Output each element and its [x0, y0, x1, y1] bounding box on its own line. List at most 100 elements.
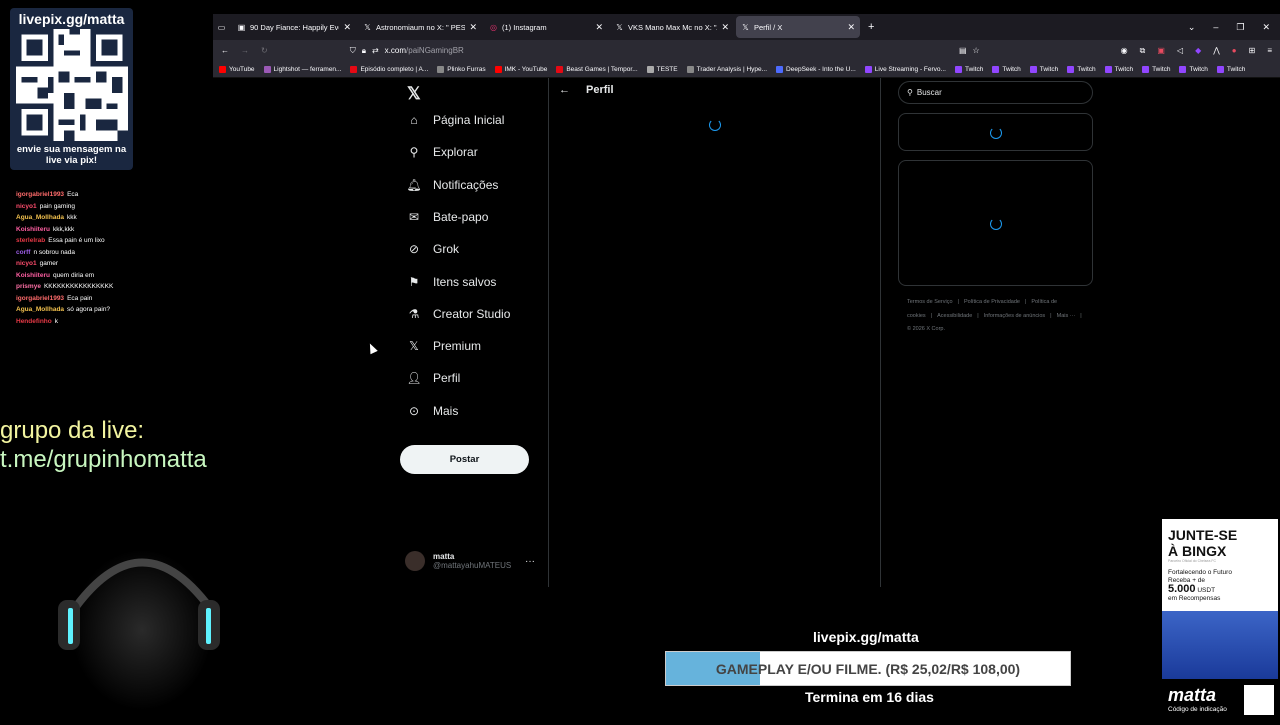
url-bar[interactable]: ⛉ 🔒︎ ⇄ x.com/paiNGamingBR ▤ ☆ [350, 43, 980, 59]
livepix-label: livepix.gg/matta [813, 629, 919, 645]
nav-item-premium[interactable]: 𝕏 Premium [407, 339, 481, 353]
footer-link[interactable]: Informações de anúncios [984, 313, 1045, 319]
footer-link[interactable]: Acessibilidade [937, 313, 972, 319]
footer-link[interactable]: © 2026 X Corp. [907, 326, 945, 332]
nav-label: Itens salvos [433, 274, 497, 289]
post-button[interactable]: Postar [400, 445, 529, 474]
bookmark-item[interactable]: Twitch [1067, 65, 1096, 73]
site-settings-icon[interactable]: ⇄ [372, 46, 379, 55]
bookmark-item[interactable]: YouTube [219, 65, 255, 73]
bookmark-item[interactable]: Twitch [1142, 65, 1170, 73]
nav-label: Notificações [433, 177, 499, 192]
chat-username: Koishiiteru [16, 225, 50, 233]
x-logo-icon[interactable]: 𝕏 [407, 84, 421, 104]
nav-item-notifica-es[interactable]: 🔔︎ Notificações [406, 177, 499, 192]
tab-1[interactable]: ▣ 90 Day Fiance: Happily Ever Aft ✕ [232, 16, 356, 38]
tab-5[interactable]: 𝕏 Perfil / X ✕ [736, 16, 860, 38]
chat-text: quem diria em [52, 271, 95, 279]
extension-icon-2[interactable]: ▣ [1157, 46, 1165, 55]
url-text[interactable]: x.com/paiNGamingBR [385, 46, 464, 55]
close-window-icon[interactable]: ✕ [1262, 22, 1270, 33]
bookmark-item[interactable]: Twitch [1179, 65, 1208, 73]
tab-4[interactable]: 𝕏 VKS Mano Max Mc no X: "A ma ✕ [610, 16, 734, 38]
instagram-icon: ◎ [490, 22, 497, 32]
chat-username: nicyo1 [16, 260, 37, 267]
tab-3[interactable]: ◎ (1) Instagram ✕ [484, 16, 608, 38]
tab-2[interactable]: 𝕏 Astronomiaum no X: " PESQU✕ [358, 16, 482, 38]
lock-icon[interactable]: 🔒︎ [362, 46, 366, 56]
extension-icon-3[interactable]: ◆ [1195, 46, 1201, 55]
nav-label: Explorar [433, 145, 478, 160]
chat-message: prismye KKKKKKKKKKKKKKKK [16, 282, 126, 291]
reload-icon[interactable]: ↻ [261, 46, 268, 55]
bookmark-item[interactable]: Twitch [1104, 65, 1133, 73]
nav-item-creator-studio[interactable]: ⚗ Creator Studio [407, 307, 511, 321]
close-tab-icon[interactable]: ✕ [469, 22, 477, 33]
account-switcher[interactable]: matta @mattayahuMATEUS ··· [405, 551, 535, 571]
bookmark-item[interactable]: Live Streaming - Fervo... [864, 65, 946, 73]
extension-icon-1[interactable]: ◉ [1121, 46, 1128, 55]
bookmark-item[interactable]: Lightshot — ferramen... [263, 65, 341, 73]
tv-icon: ▣ [237, 22, 246, 32]
tab-list-icon[interactable]: ▭ [217, 23, 226, 32]
x-icon: 𝕏 [409, 339, 419, 354]
chat-message: Hendefinho k [16, 317, 126, 326]
new-tab-icon[interactable]: + [868, 21, 874, 33]
nav-item-grok[interactable]: ⊘ Grok [407, 242, 459, 256]
back-arrow-icon[interactable]: ← [559, 84, 570, 96]
bookmark-item[interactable]: Beast Games | Tempor... [556, 65, 638, 73]
bookmark-item[interactable]: IMK - YouTube [494, 65, 548, 73]
menu-icon[interactable]: ≡ [1267, 46, 1272, 55]
forward-icon[interactable]: → [241, 46, 249, 55]
extension-icon-4[interactable]: ⋀ [1213, 46, 1220, 55]
bookmark-item[interactable]: TESTE [646, 65, 678, 73]
back-icon[interactable]: ← [221, 46, 229, 55]
extension-icon-5[interactable]: ● [1232, 46, 1237, 55]
bookmark-item[interactable]: Plinko Furras [437, 65, 486, 73]
bookmark-item[interactable]: Twitch [992, 65, 1021, 73]
speaker-icon[interactable]: ◁ [1177, 46, 1183, 55]
bookmark-item[interactable]: Twitch [954, 65, 983, 73]
close-tab-icon[interactable]: ✕ [343, 22, 351, 33]
nav-item-explorar[interactable]: ⚲ Explorar [407, 145, 478, 159]
nav-item-itens-salvos[interactable]: ⚑ Itens salvos [407, 274, 497, 289]
footer-link[interactable]: Mais ··· [1057, 313, 1076, 319]
minimize-icon[interactable]: – [1213, 22, 1218, 33]
bookmark-item[interactable]: DeepSeek - Into the U... [776, 65, 856, 73]
star-icon[interactable]: ☆ [973, 46, 980, 55]
search-placeholder: Buscar [916, 88, 942, 97]
search-input[interactable]: ⚲ Buscar [898, 81, 1093, 104]
chat-message: Agua_Mollhada kkk [16, 213, 126, 222]
maximize-icon[interactable]: ❐ [1236, 22, 1244, 33]
close-tab-icon[interactable]: ✕ [595, 22, 603, 33]
x-main-column: ← Perfil [548, 78, 881, 587]
chevron-down-icon[interactable]: ⌄ [1188, 22, 1196, 33]
bookmark-item[interactable]: Trader Analysis | Hype... [686, 65, 767, 73]
reader-view-icon[interactable]: ▤ [959, 46, 967, 55]
bookmark-label: IMK - YouTube [504, 65, 548, 73]
close-tab-icon[interactable]: ✕ [847, 22, 855, 33]
nav-item-perfil[interactable]: 👤︎ Perfil [406, 371, 460, 385]
bookmark-item[interactable]: Twitch [1029, 65, 1058, 73]
nav-item-p-gina-inicial[interactable]: ⌂ Página Inicial [407, 113, 504, 127]
puzzle-icon[interactable]: ⧉ [1140, 46, 1146, 56]
bookmark-favicon-icon [350, 65, 358, 73]
page-title: Perfil [586, 84, 614, 96]
chat-username: Agua_Mollhada [16, 214, 65, 221]
bookmark-item[interactable]: Episódio completo | A... [350, 65, 428, 73]
nav-item-mais[interactable]: ⊙ Mais [407, 404, 458, 418]
footer-link[interactable]: Termos de Serviço [907, 299, 953, 305]
bookmark-item[interactable]: Twitch [1216, 65, 1246, 73]
footer-link[interactable]: Política de Privacidade [964, 299, 1020, 305]
chat-message: sterlelrab Essa pain é um lixo [16, 236, 126, 245]
bookmark-label: Twitch [1226, 65, 1246, 73]
footer-separator: | [957, 299, 959, 305]
close-tab-icon[interactable]: ✕ [721, 22, 729, 33]
tab-title: (1) Instagram [502, 22, 547, 32]
nav-item-bate-papo[interactable]: ✉ Bate-papo [407, 210, 488, 224]
chat-username: Hendefinho [16, 317, 52, 325]
bookmark-favicon-icon [263, 65, 271, 73]
extension-icon-6[interactable]: ⊞ [1249, 46, 1256, 55]
more-dots-icon[interactable]: ··· [525, 556, 535, 567]
shield-icon[interactable]: ⛉ [350, 46, 356, 56]
